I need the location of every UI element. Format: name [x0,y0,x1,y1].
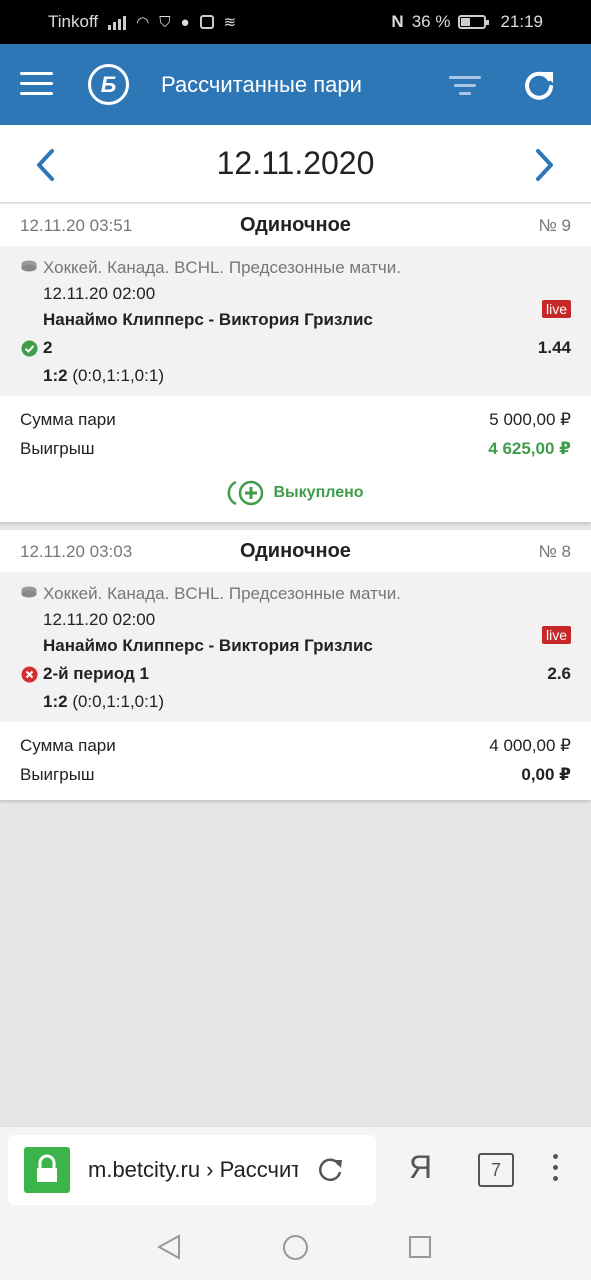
cross-circle-icon [21,666,38,683]
battery-percent: 36 % [411,12,451,31]
event-teams: Нанаймо Клипперс - Виктория Гризлис [43,636,373,655]
bet-number: № 8 [538,542,571,561]
yandex-button[interactable]: Я [409,1149,432,1186]
bet-card[interactable]: 12.11.20 03:03 Одиночное № 8 Хоккей. Кан… [0,530,591,800]
bet-sums: Сумма пари 5 000,00 ₽ Выигрыш 4 625,00 ₽… [0,396,591,506]
battery-icon [458,15,490,29]
score-main: 1:2 [43,366,68,385]
refresh-icon[interactable] [522,68,556,102]
page-title: Рассчитанные пари [161,72,362,97]
live-badge: live [541,300,571,318]
event-teams: Нанаймо Клипперс - Виктория Гризлис [43,310,373,329]
bet-odds: 1.44 [537,338,571,357]
bet-event: Хоккей. Канада. BCHL. Предсезонные матчи… [0,246,591,396]
bet-pick: 2 [43,338,53,357]
reload-icon[interactable] [315,1155,345,1185]
event-score: 1:2 (0:0,1:1,0:1) [43,692,164,712]
nfc-icon: N [391,12,404,31]
shield-icon: ⛉ [159,13,171,31]
event-time: 12.11.20 02:00 [43,610,156,629]
stake-label: Сумма пари [20,736,116,755]
cast-icon: ≋ [223,14,237,31]
win-label: Выигрыш [20,439,95,458]
bet-odds: 2.6 [547,664,571,683]
live-badge: live [541,626,571,644]
bet-card-header: 12.11.20 03:03 Одиночное № 8 [0,530,591,572]
news-icon [199,15,214,29]
home-icon[interactable] [283,1235,308,1260]
win-value: 4 625,00 ₽ [488,439,571,458]
address-bar[interactable]: m.betcity.ru › Рассчитанные пари [8,1135,376,1205]
more-options-icon[interactable] [553,1154,561,1187]
bet-sums: Сумма пари 4 000,00 ₽ Выигрыш 0,00 ₽ [0,722,591,785]
carrier-label: Tinkoff [48,12,99,31]
cashout-status[interactable]: Выкуплено [0,478,591,508]
lock-icon [24,1147,70,1193]
win-row: Выигрыш 4 625,00 ₽ [20,439,571,459]
event-score: 1:2 (0:0,1:1,0:1) [43,366,164,386]
check-circle-icon [21,340,38,357]
tabs-button[interactable]: 7 [478,1153,514,1187]
bet-type: Одиночное [240,214,351,236]
win-value: 0,00 ₽ [521,765,571,784]
score-periods: (0:0,1:1,0:1) [72,366,164,385]
score-periods: (0:0,1:1,0:1) [72,692,164,711]
stake-label: Сумма пари [20,410,116,429]
hockey-puck-icon [21,586,37,598]
bet-number: № 9 [538,216,571,235]
bet-card[interactable]: 12.11.20 03:51 Одиночное № 9 Хоккей. Кан… [0,204,591,522]
bet-type: Одиночное [240,540,351,562]
cashout-plus-icon [228,480,264,506]
bet-pick: 2-й период 1 [43,664,149,683]
browser-toolbar: m.betcity.ru › Рассчитанные пари Я 7 [0,1126,591,1214]
event-league: Хоккей. Канада. BCHL. Предсезонные матчи… [43,584,401,603]
bet-card-header: 12.11.20 03:51 Одиночное № 9 [0,204,591,246]
logo-letter: Б [100,71,117,97]
score-main: 1:2 [43,692,68,711]
filter-icon[interactable] [449,76,481,96]
url-text: m.betcity.ru › Рассчитанные пари [88,1157,298,1182]
hockey-puck-icon [21,260,37,272]
menu-icon[interactable] [20,72,53,96]
wifi-icon: ◠ [136,14,150,31]
date-navigator: 12.11.2020 [0,125,591,203]
back-icon[interactable] [157,1234,181,1260]
signal-icon [108,14,127,30]
stake-value: 4 000,00 ₽ [489,736,571,755]
event-league: Хоккей. Канада. BCHL. Предсезонные матчи… [43,258,401,277]
cashout-label: Выкуплено [273,484,364,501]
app-header: Б Рассчитанные пари [0,44,591,125]
win-label: Выигрыш [20,765,95,784]
event-time: 12.11.20 02:00 [43,284,156,303]
selected-date: 12.11.2020 [216,145,375,181]
clock: 21:19 [500,12,543,31]
chevron-right-icon[interactable] [530,145,558,185]
bet-event: Хоккей. Канада. BCHL. Предсезонные матчи… [0,572,591,722]
stake-value: 5 000,00 ₽ [489,410,571,429]
status-bar: Tinkoff ◠ ⛉ ● ≋ N 36 % 21:19 [0,0,591,44]
system-navigation-bar [0,1214,591,1280]
betcity-logo[interactable]: Б [88,64,129,105]
win-row: Выигрыш 0,00 ₽ [20,765,571,785]
stake-row: Сумма пари 4 000,00 ₽ [20,736,571,756]
recent-apps-icon[interactable] [409,1236,431,1258]
stake-row: Сумма пари 5 000,00 ₽ [20,410,571,430]
location-icon: ● [180,13,190,31]
